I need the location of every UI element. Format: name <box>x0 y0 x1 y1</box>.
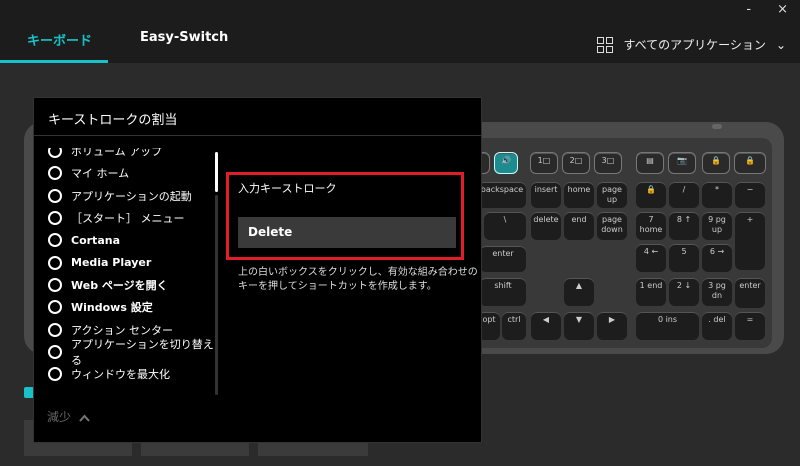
key-backslash[interactable]: \ <box>484 212 526 240</box>
key-enter[interactable]: enter <box>480 246 526 272</box>
key-arrow-down[interactable]: ▼ <box>564 312 594 340</box>
tab-keyboard[interactable]: キーボード <box>27 30 92 49</box>
grid-icon <box>597 36 614 53</box>
key-minus[interactable]: − <box>735 182 765 208</box>
key-num-8[interactable]: 8 ↑ <box>669 212 699 240</box>
list-item[interactable]: マイ ホーム <box>48 162 223 184</box>
key-calculator[interactable]: ▤ <box>636 152 664 174</box>
chevron-up-icon <box>79 414 90 422</box>
key-num-0[interactable]: 0 ins <box>636 312 699 340</box>
instruction-text: 上の白いボックスをクリックし、有効な組み合わせのキーを押してショートカットを作成… <box>238 267 478 292</box>
key-asterisk[interactable]: * <box>702 182 732 208</box>
radio-button[interactable] <box>48 367 62 382</box>
dialog-title: キーストロークの割当 <box>48 113 178 128</box>
radio-button[interactable] <box>48 211 62 226</box>
radio-button[interactable] <box>48 344 62 359</box>
radio-button[interactable] <box>48 255 62 270</box>
key-page-up[interactable]: page up <box>597 182 627 208</box>
key-arrow-left[interactable]: ◀ <box>531 312 561 340</box>
key-context-menu[interactable]: 🔒 <box>702 152 730 174</box>
key-insert[interactable]: insert <box>531 182 561 208</box>
key-ctrl[interactable]: ctrl <box>502 312 526 340</box>
key-volume-up[interactable]: 🔊 <box>494 152 518 174</box>
minimize-button[interactable]: - <box>746 2 751 17</box>
keystroke-input-label: 入力キーストローク <box>238 182 337 195</box>
key-backspace[interactable]: backspace <box>478 182 526 208</box>
divider <box>34 135 481 136</box>
radio-button[interactable] <box>48 300 62 315</box>
key-home[interactable]: home <box>564 182 594 208</box>
key-shift[interactable]: shift <box>480 278 526 306</box>
list-item[interactable]: アプリケーションを切り替える <box>48 338 223 367</box>
key-num-5[interactable]: 5 <box>669 244 699 272</box>
list-item[interactable]: ［スタート］ メニュー <box>48 207 223 229</box>
key-arrow-up[interactable]: ▲ <box>564 278 594 306</box>
radio-button[interactable] <box>48 322 62 337</box>
key-num-2[interactable]: 2 ↓ <box>669 278 699 306</box>
scrollbar-track[interactable] <box>215 195 218 395</box>
key-num-lock[interactable]: 🔒 <box>636 182 666 208</box>
key-easy-switch-3[interactable]: 3□ <box>594 152 622 174</box>
app-selector[interactable]: すべてのアプリケーション ⌄ <box>597 36 786 53</box>
reduce-toggle[interactable]: 減少 <box>47 408 90 425</box>
key-num-6[interactable]: 6 → <box>702 244 732 272</box>
reduce-label: 減少 <box>47 410 72 424</box>
key-page-down[interactable]: page down <box>597 212 627 240</box>
list-item[interactable]: ボリューム アップ <box>48 148 223 162</box>
key-num-7[interactable]: 7 home <box>636 212 666 240</box>
radio-button[interactable] <box>48 277 62 292</box>
app-selector-label: すべてのアプリケーション <box>623 38 766 52</box>
top-bar: - × キーボード Easy-Switch すべてのアプリケーション ⌄ <box>0 0 800 63</box>
window-controls: - × <box>746 2 788 17</box>
radio-button[interactable] <box>48 188 62 203</box>
radio-button[interactable] <box>48 148 62 159</box>
chevron-down-icon: ⌄ <box>775 37 786 52</box>
key-num-9[interactable]: 9 pg up <box>702 212 732 240</box>
key-easy-switch-2[interactable]: 2□ <box>562 152 590 174</box>
key-num-enter[interactable]: enter <box>735 278 765 308</box>
key-slash[interactable]: / <box>669 182 699 208</box>
list-item[interactable]: Windows 設定 <box>48 296 223 318</box>
keystroke-input-field[interactable]: Delete <box>238 217 456 248</box>
key-lock[interactable]: 🔒 <box>734 152 766 174</box>
key-num-1[interactable]: 1 end <box>636 278 666 306</box>
key-num-dot[interactable]: . del <box>702 312 732 340</box>
key-screenshot[interactable]: 📷 <box>668 152 696 174</box>
list-item[interactable]: アプリケーションの起動 <box>48 185 223 207</box>
tab-easy-switch[interactable]: Easy-Switch <box>140 30 228 45</box>
list-item[interactable]: Web ページを開く <box>48 274 223 296</box>
key-plus[interactable]: + <box>735 212 765 270</box>
key-easy-switch-1[interactable]: 1□ <box>530 152 558 174</box>
key-delete[interactable]: delete <box>531 212 561 240</box>
radio-button[interactable] <box>48 166 62 181</box>
list-item[interactable]: Cortana <box>48 229 223 251</box>
close-button[interactable]: × <box>777 2 788 17</box>
keyboard-led <box>712 124 722 129</box>
radio-button[interactable] <box>48 233 62 248</box>
list-item[interactable]: Media Player <box>48 251 223 273</box>
key-num-4[interactable]: 4 ← <box>636 244 666 272</box>
key-num-3[interactable]: 3 pg dn <box>702 278 732 306</box>
action-list: ボリューム アップ マイ ホーム アプリケーションの起動 ［スタート］ メニュー… <box>48 148 223 398</box>
key-arrow-right[interactable]: ▶ <box>597 312 627 340</box>
key-end[interactable]: end <box>564 212 594 240</box>
key-equals[interactable]: = <box>735 312 765 340</box>
scrollbar-thumb[interactable] <box>215 152 218 192</box>
